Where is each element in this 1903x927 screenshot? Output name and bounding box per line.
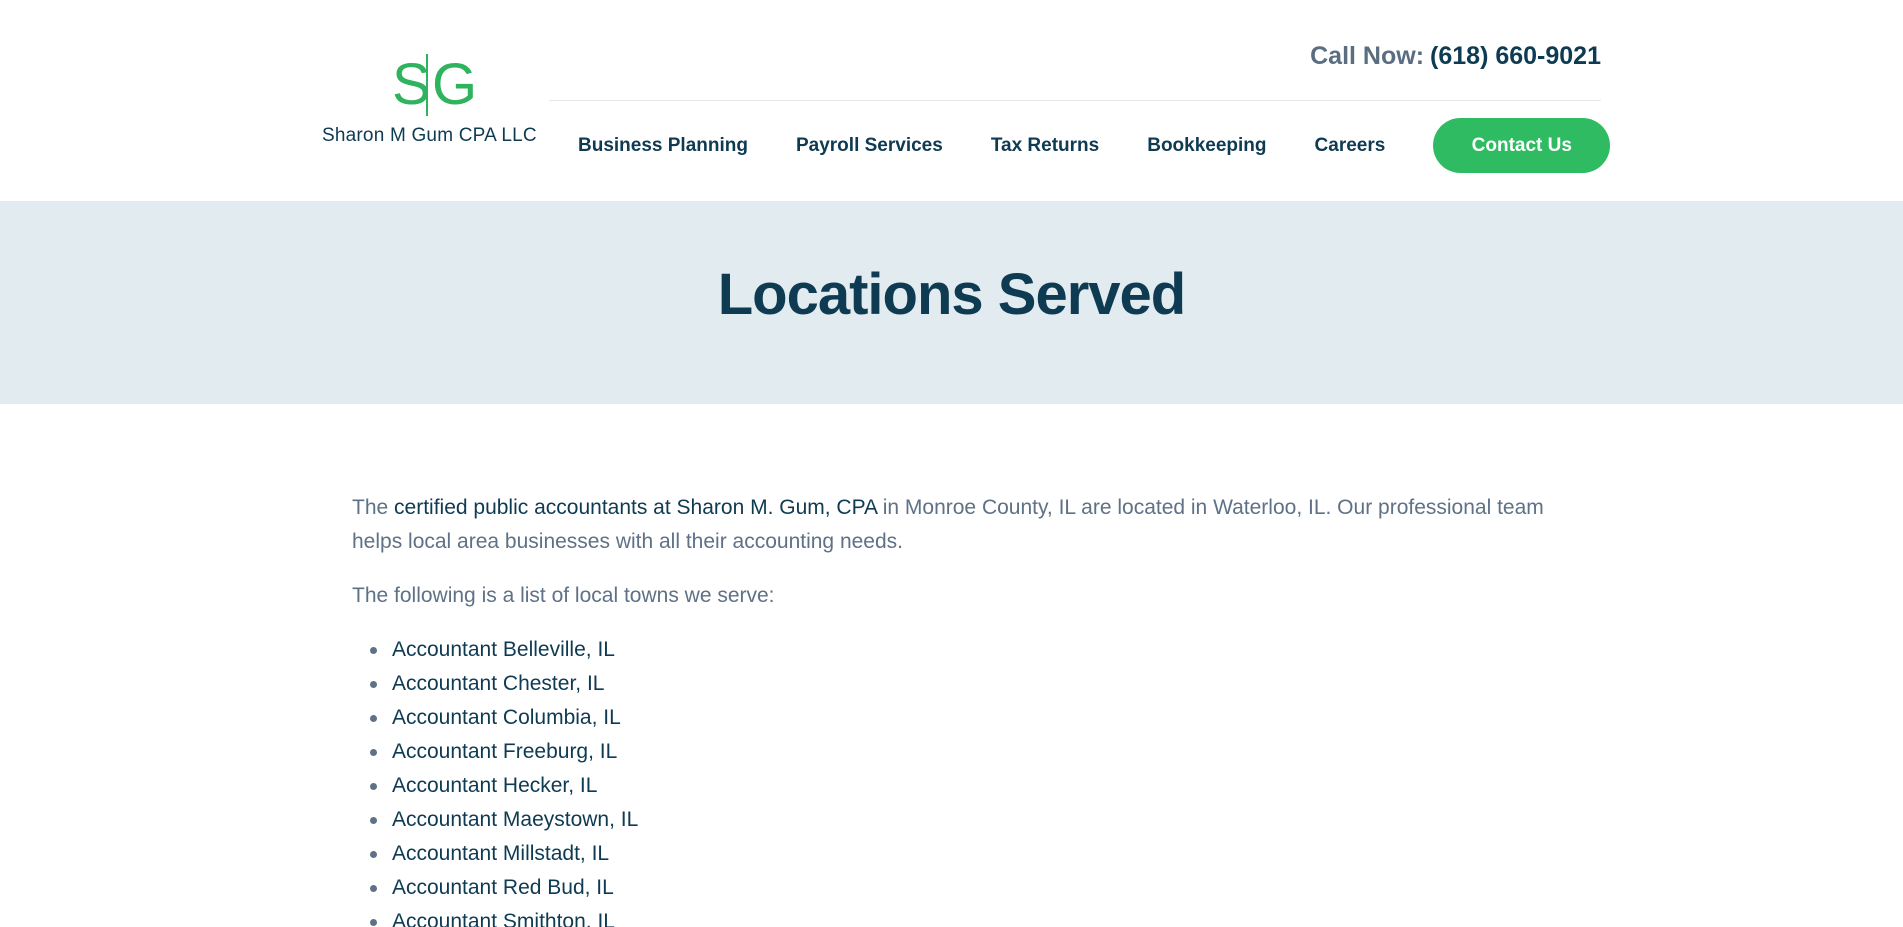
list-item: Accountant Maeystown, IL <box>370 803 1583 837</box>
list-item: Accountant Belleville, IL <box>370 633 1583 667</box>
bullet-icon <box>370 681 377 688</box>
page-hero: Locations Served <box>0 201 1903 404</box>
logo-letter-s: S <box>392 52 431 117</box>
town-link-hecker[interactable]: Accountant Hecker, IL <box>392 774 597 797</box>
phone-number: (618) 660-9021 <box>1430 42 1601 70</box>
page-title: Locations Served <box>717 262 1186 327</box>
list-item: Accountant Smithton, IL <box>370 905 1583 927</box>
nav-item-tax-returns[interactable]: Tax Returns <box>991 135 1099 157</box>
town-link-smithton[interactable]: Accountant Smithton, IL <box>392 910 615 927</box>
town-link-millstadt[interactable]: Accountant Millstadt, IL <box>392 842 609 865</box>
bullet-icon <box>370 851 377 858</box>
list-item: Accountant Red Bud, IL <box>370 871 1583 905</box>
logo[interactable]: S G Sharon M Gum CPA LLC <box>322 50 537 147</box>
list-item: Accountant Columbia, IL <box>370 701 1583 735</box>
list-item: Accountant Hecker, IL <box>370 769 1583 803</box>
bullet-icon <box>370 783 377 790</box>
bullet-icon <box>370 885 377 892</box>
list-item: Accountant Millstadt, IL <box>370 837 1583 871</box>
cpa-link[interactable]: certified public accountants at Sharon M… <box>394 496 877 519</box>
town-link-chester[interactable]: Accountant Chester, IL <box>392 672 604 695</box>
nav-item-payroll-services[interactable]: Payroll Services <box>796 135 943 157</box>
site-header: S G Sharon M Gum CPA LLC Call Now: (618) … <box>0 0 1903 201</box>
nav-item-bookkeeping[interactable]: Bookkeeping <box>1147 135 1266 157</box>
bullet-icon <box>370 919 377 926</box>
header-divider <box>549 100 1601 101</box>
town-link-red-bud[interactable]: Accountant Red Bud, IL <box>392 876 614 899</box>
main-nav: Business Planning Payroll Services Tax R… <box>578 118 1611 173</box>
nav-item-careers[interactable]: Careers <box>1315 135 1386 157</box>
bullet-icon <box>370 647 377 654</box>
towns-intro: The following is a list of local towns w… <box>352 584 775 607</box>
intro-prefix: The <box>352 496 395 519</box>
town-link-columbia[interactable]: Accountant Columbia, IL <box>392 706 621 729</box>
bullet-icon <box>370 715 377 722</box>
list-item: Accountant Chester, IL <box>370 667 1583 701</box>
town-link-belleville[interactable]: Accountant Belleville, IL <box>392 638 615 661</box>
list-item: Accountant Freeburg, IL <box>370 735 1583 769</box>
call-now-link[interactable]: Call Now: (618) 660-9021 <box>1310 42 1601 71</box>
town-link-freeburg[interactable]: Accountant Freeburg, IL <box>392 740 617 763</box>
intro-paragraph: The certified public accountants at Shar… <box>352 491 1583 559</box>
bullet-icon <box>370 749 377 756</box>
company-name: Sharon M Gum CPA LLC <box>322 125 537 146</box>
bullet-icon <box>370 817 377 824</box>
logo-mark: S G <box>377 50 477 118</box>
call-now-label: Call Now: <box>1310 42 1425 70</box>
logo-divider <box>426 54 428 116</box>
logo-letter-g: G <box>432 52 478 117</box>
town-link-maeystown[interactable]: Accountant Maeystown, IL <box>392 808 638 831</box>
main-content: The certified public accountants at Shar… <box>0 404 1903 927</box>
contact-us-button[interactable]: Contact Us <box>1433 118 1611 173</box>
towns-list: Accountant Belleville, IL Accountant Che… <box>352 633 1583 927</box>
nav-item-business-planning[interactable]: Business Planning <box>578 135 748 157</box>
